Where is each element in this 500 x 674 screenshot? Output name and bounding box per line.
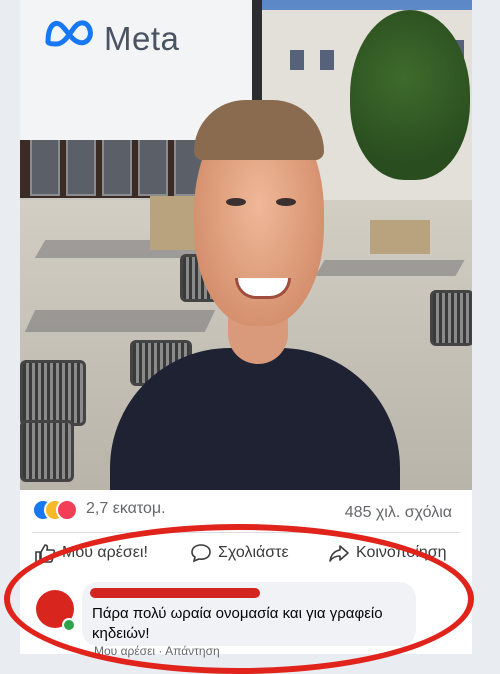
action-bar: Μου αρέσει! Σχολιάστε Κοινοποίηση xyxy=(20,536,472,572)
facebook-post-card: Meta 2,7 εκατομ. 485 χιλ. σχόλια Μου αρέ… xyxy=(20,0,472,654)
reactions-summary[interactable]: 2,7 εκατομ. 485 χιλ. σχόλια xyxy=(32,496,462,522)
comment-bubble-icon xyxy=(191,544,211,563)
love-icon xyxy=(56,499,78,521)
chair xyxy=(20,420,74,482)
divider xyxy=(32,532,460,533)
like-button[interactable]: Μου αρέσει! xyxy=(34,542,164,566)
comment-label: Σχολιάστε xyxy=(218,544,289,561)
sweater xyxy=(110,348,400,490)
share-arrow-icon xyxy=(329,545,349,562)
chair xyxy=(430,290,472,346)
online-status-dot xyxy=(62,618,76,632)
share-button[interactable]: Κοινοποίηση xyxy=(328,542,468,566)
like-label: Μου αρέσει! xyxy=(62,544,148,561)
share-label: Κοινοποίηση xyxy=(356,544,447,561)
thumbs-up-icon xyxy=(35,544,56,563)
meta-logo-icon xyxy=(45,20,93,47)
right-eye xyxy=(276,198,296,206)
left-eye xyxy=(226,198,246,206)
comment-bubble: Giannis Gavalas Πάρα πολύ ωραία ονομασία… xyxy=(82,582,416,646)
redaction-scribble xyxy=(90,588,260,598)
comment-button[interactable]: Σχολιάστε xyxy=(190,542,320,566)
hair xyxy=(194,100,324,160)
comment-actions[interactable]: Μου αρέσει · Απάντηση xyxy=(94,644,220,658)
post-footer: 2,7 εκατομ. 485 χιλ. σχόλια Μου αρέσει! … xyxy=(20,490,472,654)
meta-brand-text: Meta xyxy=(104,20,180,57)
person-selfie xyxy=(110,86,400,490)
chair xyxy=(20,360,86,426)
reaction-count[interactable]: 2,7 εκατομ. xyxy=(86,500,166,518)
comment: Giannis Gavalas Πάρα πολύ ωραία ονομασία… xyxy=(34,582,464,652)
comment-text: Πάρα πολύ ωραία ονομασία και για γραφείο… xyxy=(92,605,383,642)
comments-count[interactable]: 485 χιλ. σχόλια xyxy=(345,504,452,522)
post-photo[interactable]: Meta xyxy=(20,0,472,490)
